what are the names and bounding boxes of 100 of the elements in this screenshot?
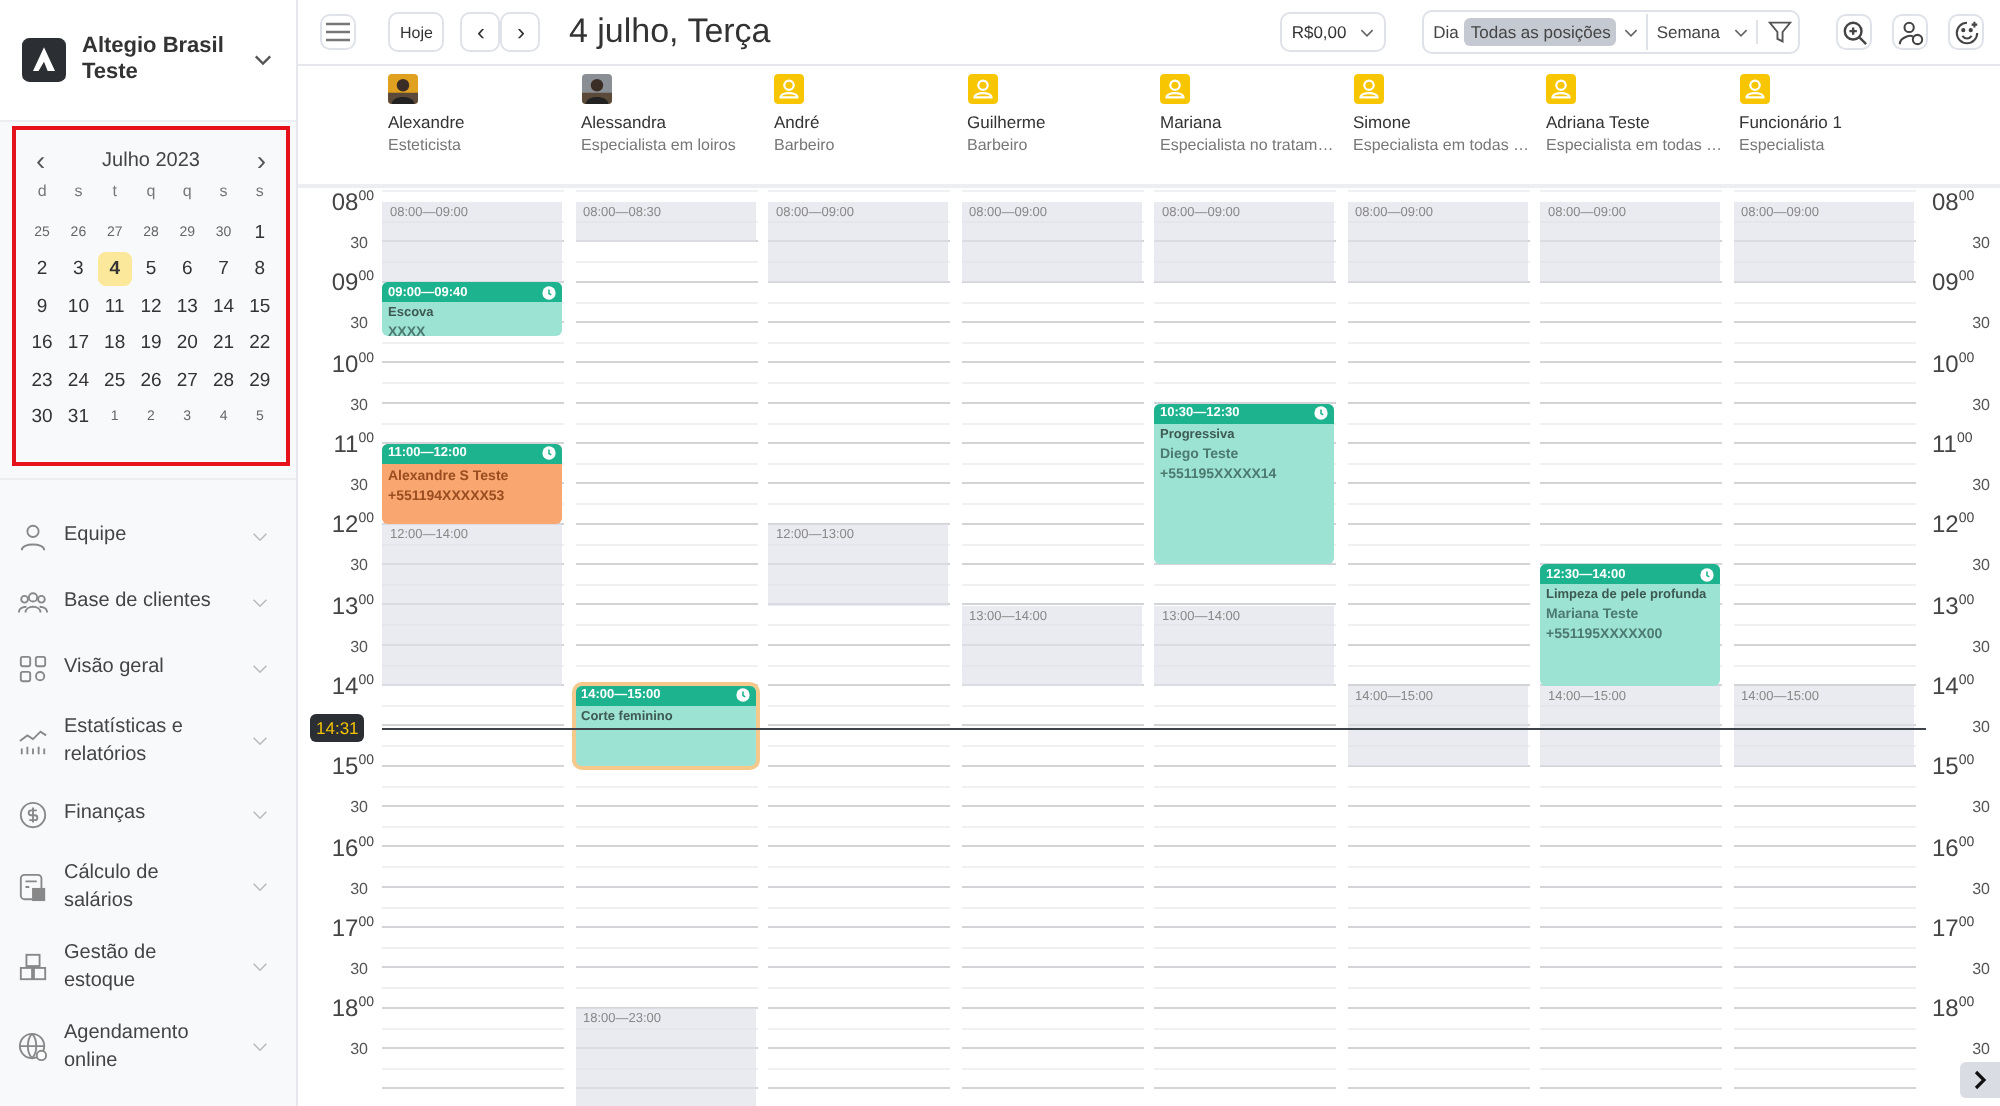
hour-label: 14$^{00}$ — [331, 671, 374, 700]
brand-name: Altegio Brasil Teste — [82, 34, 226, 86]
next-month-button[interactable]: › — [248, 146, 274, 174]
weekday-label: t — [112, 181, 117, 199]
calendar-day[interactable]: 13 — [170, 289, 205, 324]
scroll-right-button[interactable] — [1960, 1062, 2000, 1098]
calendar-day[interactable]: 31 — [61, 400, 96, 435]
weekday-label: s — [74, 181, 83, 199]
calendar-day[interactable]: 8 — [242, 252, 277, 287]
half-hour-label: 30 — [350, 637, 368, 656]
calendar-day[interactable]: 21 — [206, 326, 241, 361]
calendar-day[interactable]: 17 — [61, 326, 96, 361]
calendar-day[interactable]: 30 — [25, 400, 60, 435]
hour-label: 08$^{00}$ — [331, 188, 374, 216]
calendar-day[interactable]: 4 — [97, 252, 132, 287]
calendar-day[interactable]: 18 — [97, 326, 132, 361]
positions-dropdown[interactable]: Todas as posições — [1464, 18, 1617, 46]
half-hour-label: 30 — [350, 556, 368, 575]
avatar-icon — [1160, 74, 1190, 104]
calendar-day[interactable]: 22 — [242, 326, 277, 361]
day-view-button[interactable]: Dia — [1427, 18, 1465, 46]
nav-item[interactable]: Cálculo de salários — [64, 860, 228, 914]
hour-label: 18$^{00}$ — [331, 994, 374, 1023]
chevron-icon[interactable] — [254, 54, 272, 66]
nav-item[interactable]: Equipe — [64, 522, 228, 550]
calendar-day[interactable]: 14 — [206, 289, 241, 324]
calendar-day[interactable]: 5 — [133, 252, 168, 287]
smile-button[interactable] — [1948, 14, 1984, 50]
calendar-day[interactable]: 28 — [206, 363, 241, 398]
calendar-day[interactable]: 16 — [25, 326, 60, 361]
previous-button[interactable]: ‹ — [460, 12, 501, 52]
calendar-day[interactable]: 11 — [97, 289, 132, 324]
date-title: 4 julho, Terça — [568, 12, 771, 52]
staff-name: Alexandre — [388, 112, 465, 132]
weekday-label: d — [37, 181, 47, 199]
hour-label: 12$^{00}$ — [331, 510, 374, 539]
hour-label: 10$^{00}$ — [331, 349, 374, 378]
calendar-day[interactable]: 23 — [25, 363, 60, 398]
staff-name: Simone — [1353, 112, 1411, 132]
calendar-day[interactable]: 3 — [61, 252, 96, 287]
calendar-day[interactable]: 12 — [133, 289, 168, 324]
hour-label: 09$^{00}$ — [1932, 268, 1975, 297]
hour-label: 10$^{00}$ — [1932, 349, 1975, 378]
calendar-day[interactable]: 15 — [242, 289, 277, 324]
nav-item[interactable]: Visão geral — [64, 654, 228, 682]
next-button[interactable]: › — [500, 12, 541, 52]
staff-role: Especialista em todas … — [1353, 136, 1530, 154]
week-view-dropdown[interactable]: Semana — [1646, 14, 1726, 50]
calendar-day[interactable]: 6 — [170, 252, 205, 287]
staff-role: Esteticista — [388, 136, 461, 154]
staff-role: Especialista em loiros — [581, 136, 736, 154]
staff-name: Adriana Teste — [1546, 112, 1650, 132]
calendar-day[interactable]: 24 — [61, 363, 96, 398]
half-hour-label: 30 — [350, 234, 368, 253]
half-hour-label: 30 — [1972, 879, 1990, 898]
staff-name: André — [774, 112, 820, 132]
hour-label: 15$^{00}$ — [1932, 752, 1975, 781]
calendar-day[interactable]: 20 — [170, 326, 205, 361]
half-hour-label: 30 — [1972, 1040, 1990, 1059]
calendar-day[interactable]: 26 — [133, 363, 168, 398]
calendar-day[interactable]: 19 — [133, 326, 168, 361]
half-hour-label: 30 — [1972, 234, 1990, 253]
chevron-icon — [1972, 1070, 1988, 1090]
staff-name: Guilherme — [967, 112, 1046, 132]
add-person-button[interactable] — [1892, 14, 1928, 50]
hour-label: 13$^{00}$ — [1932, 591, 1975, 620]
nav-item[interactable]: Base de clientes — [64, 588, 228, 616]
calendar-day[interactable]: 7 — [206, 252, 241, 287]
globe-icon — [18, 1032, 48, 1062]
staff-role: Especialista — [1739, 136, 1825, 154]
month-title: Julho 2023 — [102, 149, 200, 171]
status-icon — [1700, 567, 1714, 582]
nav-item[interactable]: Finanças — [64, 800, 228, 828]
hour-label: 08$^{00}$ — [1932, 188, 1975, 216]
previous-month-button[interactable]: ‹ — [28, 146, 54, 174]
today-button[interactable]: Hoje — [388, 12, 445, 52]
nav-item[interactable]: Estatísticas e relatórios — [64, 714, 228, 768]
calendar-day[interactable]: 27 — [170, 363, 205, 398]
calendar-day[interactable]: 2 — [25, 252, 60, 287]
nav-item[interactable]: Agendamento online — [64, 1020, 228, 1074]
calendar-day[interactable]: 9 — [25, 289, 60, 324]
calendar-day[interactable]: 25 — [97, 363, 132, 398]
balance-dropdown[interactable]: R$0,00 — [1279, 12, 1386, 52]
half-hour-label: 30 — [350, 395, 368, 414]
half-hour-label: 30 — [350, 476, 368, 495]
chevron-icon[interactable] — [1734, 27, 1748, 37]
zoom-in-button[interactable] — [1836, 14, 1872, 50]
staff-role: Especialista no tratam… — [1160, 136, 1334, 154]
half-hour-label: 30 — [1972, 798, 1990, 817]
calendar-day[interactable]: 10 — [61, 289, 96, 324]
staff-role: Barbeiro — [967, 136, 1028, 154]
calendar-day[interactable]: 29 — [242, 363, 277, 398]
calendar-day[interactable]: 1 — [242, 215, 277, 250]
hour-label: 12$^{00}$ — [1932, 510, 1975, 539]
nav-item[interactable]: Gestão de estoque — [64, 940, 228, 994]
hour-label: 16$^{00}$ — [1932, 833, 1975, 861]
chevron-icon[interactable] — [1624, 27, 1639, 37]
hour-label: 13$^{00}$ — [331, 591, 374, 620]
filter-icon[interactable] — [1756, 20, 1798, 44]
menu-button[interactable] — [320, 14, 356, 50]
